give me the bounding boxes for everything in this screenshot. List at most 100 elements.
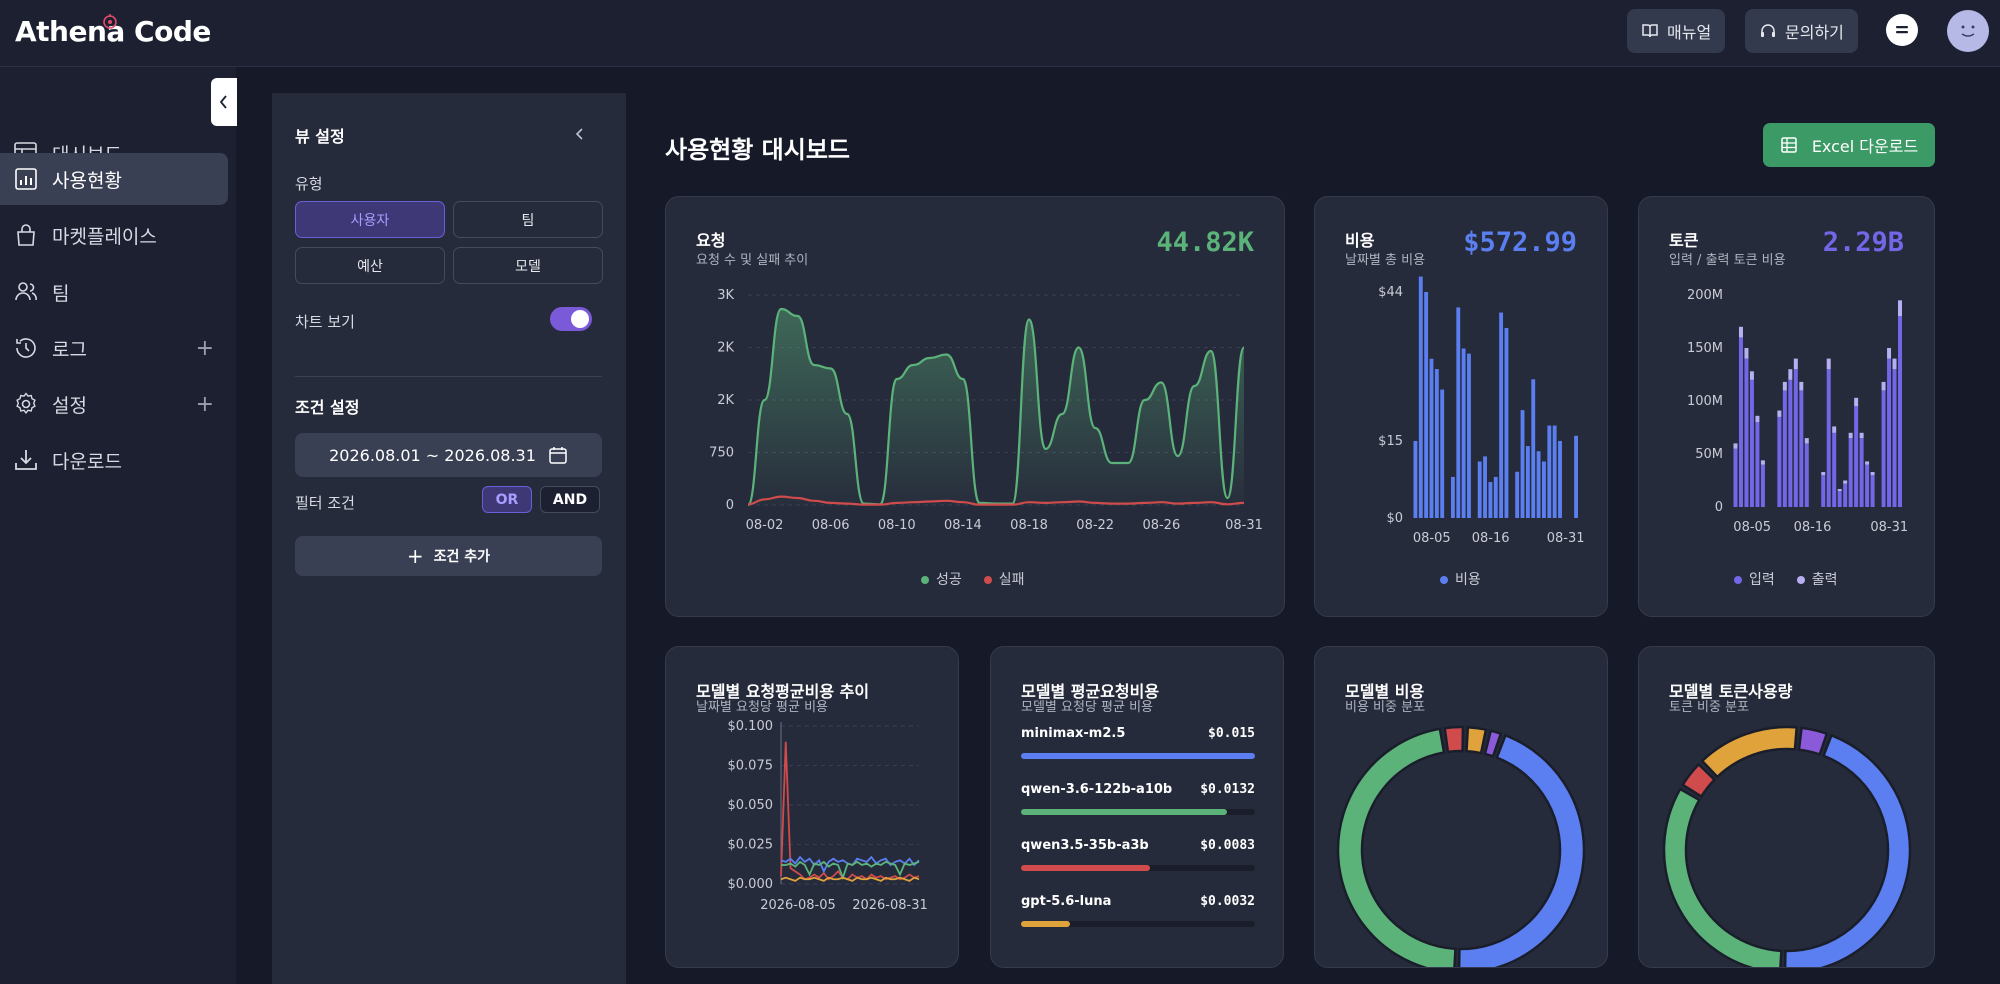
bar bbox=[1574, 435, 1578, 518]
sidebar-item-team[interactable]: 팀 bbox=[0, 266, 228, 318]
bar bbox=[1424, 292, 1429, 518]
sidebar-item-logs[interactable]: 로그 + bbox=[0, 322, 228, 374]
filter-label: 필터 조건 bbox=[295, 494, 355, 512]
contact-label: 문의하기 bbox=[1785, 23, 1844, 42]
model-name: minimax-m2.5 bbox=[1021, 726, 1126, 741]
y-tick-label: 3K bbox=[717, 288, 734, 303]
bar bbox=[1777, 410, 1782, 417]
bar bbox=[1887, 358, 1892, 507]
y-tick-label: 0 bbox=[1715, 500, 1723, 515]
chevron-left-icon bbox=[219, 95, 227, 109]
bar bbox=[1804, 438, 1809, 444]
type-option-model[interactable]: 모델 bbox=[453, 247, 603, 284]
donut-slice bbox=[1783, 733, 1912, 967]
bar bbox=[1558, 440, 1562, 518]
bar bbox=[1456, 307, 1461, 518]
bar bbox=[1738, 337, 1743, 507]
legend-label: 출력 bbox=[1811, 572, 1838, 588]
type-option-budget[interactable]: 예산 bbox=[295, 247, 445, 284]
y-tick-label: 200M bbox=[1687, 288, 1723, 303]
avatar[interactable] bbox=[1947, 10, 1989, 52]
bar-fill bbox=[1021, 865, 1150, 871]
bar-fill bbox=[1021, 753, 1255, 759]
panel-collapse-button[interactable] bbox=[575, 125, 585, 146]
model-name: gpt-5.6-luna bbox=[1021, 894, 1112, 909]
bar bbox=[1483, 456, 1487, 518]
chart-view-toggle[interactable] bbox=[550, 307, 592, 331]
model-avg-value: $0.0132 bbox=[1200, 782, 1255, 797]
sidebar-item-label: 로그 bbox=[52, 338, 87, 361]
bar bbox=[1870, 472, 1875, 476]
bar bbox=[1477, 461, 1482, 518]
success-area bbox=[748, 309, 1244, 505]
cost-card: 비용 날짜별 총 비용 $572.99 $0 $15 $44 08-05 08-16 08… bbox=[1314, 196, 1608, 617]
sidebar-item-download[interactable]: 다운로드 bbox=[0, 434, 228, 486]
sidebar-item-label: 마켓플레이스 bbox=[52, 225, 157, 248]
model-cost-donut bbox=[1336, 725, 1586, 967]
filter-or-button[interactable]: OR bbox=[482, 486, 532, 513]
y-tick-label: $0.050 bbox=[728, 798, 774, 813]
x-tick-label: 2026-08-31 bbox=[852, 898, 928, 913]
bar bbox=[1461, 348, 1466, 518]
model-cost-card: 모델별 비용 비용 비중 분포 bbox=[1314, 646, 1608, 968]
bar bbox=[1418, 276, 1423, 518]
model-avg-value: $0.0032 bbox=[1200, 894, 1255, 909]
legend-label: 입력 bbox=[1749, 572, 1775, 588]
y-tick-label: $0.100 bbox=[728, 719, 774, 734]
spreadsheet-icon bbox=[1781, 137, 1797, 153]
model-avg-value: $0.015 bbox=[1208, 726, 1255, 741]
page-title: 사용현황 대시보드 bbox=[665, 136, 850, 164]
tokens-card: 토큰 입력 / 출력 토큰 비용 2.29B 0 50M 100M 150M 200M 0… bbox=[1638, 196, 1935, 617]
y-tick-label: $15 bbox=[1378, 434, 1403, 449]
sidebar-collapse-button[interactable] bbox=[211, 78, 237, 126]
model-name: qwen-3.6-122b-a10b bbox=[1021, 782, 1173, 797]
excel-download-button[interactable]: Excel 다운로드 bbox=[1763, 123, 1935, 167]
chat-icon bbox=[1896, 26, 1908, 34]
tokens-legend: 입력 출력 bbox=[1734, 569, 1838, 589]
y-tick-label: 2K bbox=[717, 393, 734, 408]
bar bbox=[1788, 369, 1793, 380]
bar bbox=[1859, 438, 1864, 507]
x-tick-label: 08-31 bbox=[1225, 518, 1263, 533]
bar bbox=[1760, 464, 1765, 507]
bar bbox=[1832, 432, 1837, 507]
add-condition-button[interactable]: + 조건 추가 bbox=[295, 536, 602, 576]
chat-button[interactable] bbox=[1886, 14, 1918, 46]
add-condition-label: 조건 추가 bbox=[433, 549, 491, 565]
bar bbox=[1744, 358, 1749, 507]
expand-plus-icon[interactable]: + bbox=[196, 336, 214, 361]
model-name: qwen3.5-35b-a3b bbox=[1021, 838, 1149, 853]
bar bbox=[1837, 491, 1842, 507]
type-option-team[interactable]: 팀 bbox=[453, 201, 603, 238]
type-option-user[interactable]: 사용자 bbox=[295, 201, 445, 238]
bar bbox=[1525, 446, 1530, 518]
bar-track bbox=[1021, 865, 1255, 871]
bar bbox=[1782, 381, 1787, 391]
x-tick-label: 08-16 bbox=[1472, 531, 1510, 546]
model-avg-value: $0.0083 bbox=[1200, 838, 1255, 853]
x-tick-label: 08-02 bbox=[746, 518, 784, 533]
sidebar-item-marketplace[interactable]: 마켓플레이스 bbox=[0, 209, 228, 261]
date-range-picker[interactable]: 2026.08.01 ~ 2026.08.31 bbox=[295, 433, 602, 477]
sidebar: 대시보드 사용현황 마켓플레이스 팀 로그 + 설정 + 다운로드 bbox=[0, 67, 236, 984]
avatar-face-icon bbox=[1961, 25, 1975, 37]
x-tick-label: 08-26 bbox=[1142, 518, 1180, 533]
bar bbox=[1493, 476, 1498, 518]
filter-and-button[interactable]: AND bbox=[540, 486, 600, 513]
contact-button[interactable]: 문의하기 bbox=[1745, 9, 1858, 53]
model-avg-row: qwen3.5-35b-a3b $0.0083 bbox=[1021, 838, 1255, 872]
headset-icon bbox=[1761, 24, 1775, 37]
gear-icon bbox=[16, 392, 36, 415]
expand-plus-icon[interactable]: + bbox=[196, 392, 214, 417]
sidebar-item-usage[interactable]: 사용현황 bbox=[0, 153, 228, 205]
bar bbox=[1881, 390, 1886, 507]
bar bbox=[1738, 326, 1743, 338]
model-trend-card: 모델별 요청평균비용 추이 날짜별 요청당 평균 비용 $0.000 $0.025… bbox=[665, 646, 959, 968]
condition-title: 조건 설정 bbox=[295, 398, 360, 417]
chevron-left-icon bbox=[575, 128, 583, 140]
bar bbox=[1434, 369, 1439, 518]
manual-button[interactable]: 매뉴얼 bbox=[1627, 9, 1726, 53]
sidebar-item-settings[interactable]: 설정 + bbox=[0, 378, 228, 430]
bar bbox=[1488, 482, 1493, 518]
bar-chart-icon bbox=[15, 168, 37, 190]
